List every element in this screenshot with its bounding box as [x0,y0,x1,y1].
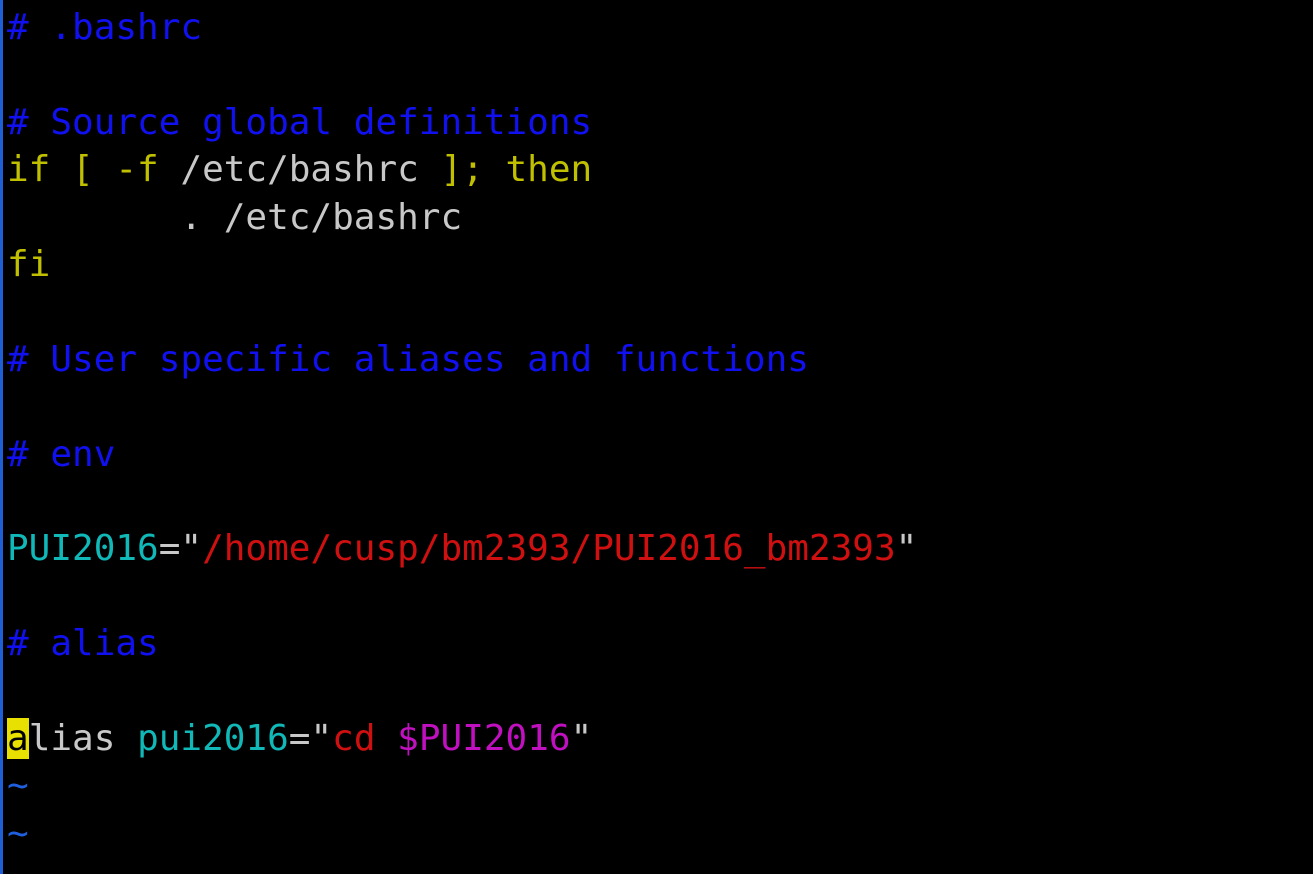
code-token-default: . /etc/bashrc [7,196,463,238]
editor-line[interactable]: # env [7,431,917,478]
editor-line[interactable] [7,667,917,714]
editor-line[interactable] [7,478,917,525]
editor-line[interactable]: ~ [7,810,917,857]
editor-line[interactable] [7,573,917,620]
editor-line[interactable] [7,288,917,335]
editor-line[interactable]: # alias [7,620,917,667]
code-token-comment: # Source global definitions [7,101,593,143]
code-token-keyword: if [ -f [7,149,181,191]
code-token-default: " [570,717,593,759]
code-token-identifier: PUI2016 [7,528,159,570]
editor-buffer[interactable]: # .bashrc # Source global definitions if [… [7,4,917,857]
code-token-default: =" [158,528,203,570]
code-token-default: =" [288,717,333,759]
code-token-default: /etc/bashrc [180,149,441,191]
empty-line-tilde: ~ [7,765,29,807]
editor-line[interactable]: alias pui2016="cd $PUI2016" [7,715,917,762]
vim-terminal-window[interactable]: # .bashrc # Source global definitions if [… [0,0,1313,874]
code-token-comment: # .bashrc [7,7,203,48]
editor-line[interactable] [7,51,917,98]
editor-line[interactable]: # User specific aliases and functions [7,336,917,383]
editor-line[interactable]: # Source global definitions [7,99,917,146]
code-token-keyword: fi [7,243,51,285]
code-token-variable: $PUI2016 [397,717,571,759]
editor-line[interactable]: PUI2016="/home/cusp/bm2393/PUI2016_bm239… [7,525,917,572]
editor-line[interactable] [7,383,917,430]
editor-line[interactable]: # .bashrc [7,4,917,51]
code-token-comment: # env [7,433,116,475]
editor-line[interactable]: if [ -f /etc/bashrc ]; then [7,146,917,193]
code-token-identifier: pui2016 [137,717,289,759]
code-token-comment: # alias [7,623,159,665]
editor-line[interactable]: . /etc/bashrc [7,194,917,241]
editor-line[interactable]: ~ [7,762,917,809]
text-cursor: a [7,717,29,759]
code-token-string: cd [332,717,398,759]
code-token-string: /home/cusp/bm2393/PUI2016_bm2393 [202,528,896,570]
code-token-comment: # User specific aliases and functions [7,338,809,380]
code-token-keyword: ]; then [440,149,593,191]
empty-line-tilde: ~ [7,812,29,854]
editor-line[interactable]: fi [7,241,917,288]
code-token-default: " [895,528,918,570]
code-token-default: lias [28,717,138,759]
